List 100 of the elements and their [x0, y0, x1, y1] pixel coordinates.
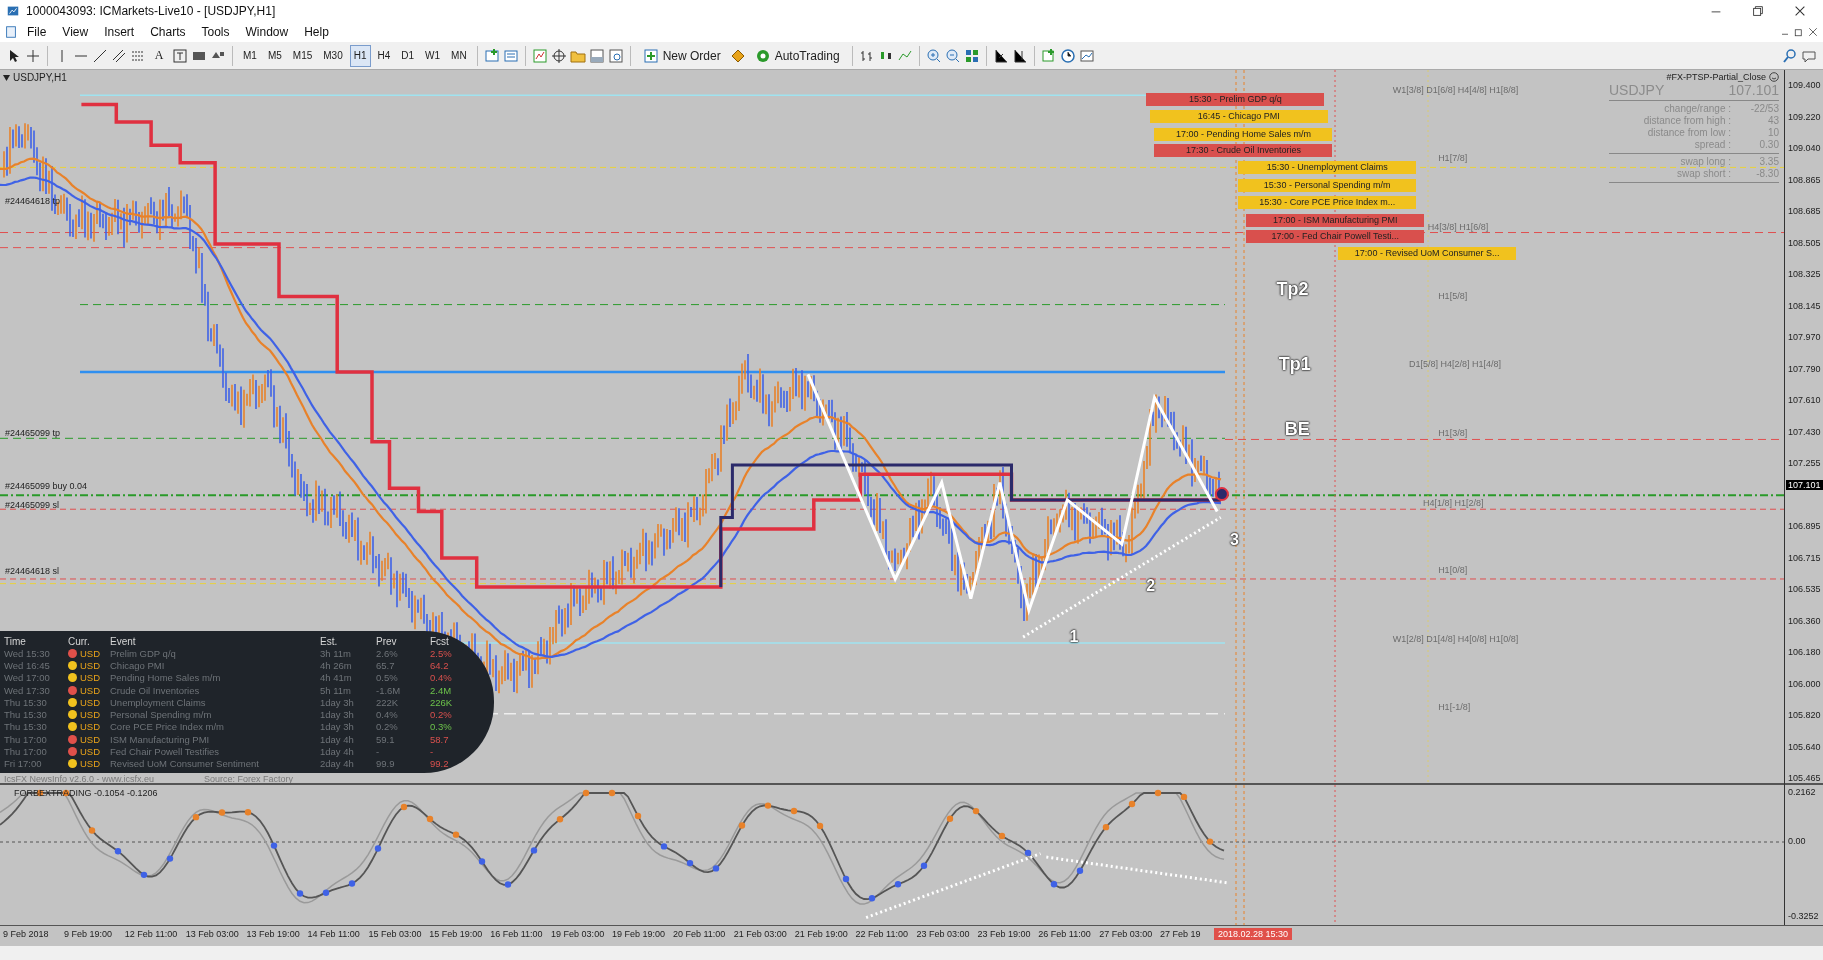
event-marker: 15:30 - Personal Spending m/m [1238, 178, 1417, 192]
news-forecast: 226K [430, 696, 454, 708]
template-icon[interactable] [1078, 47, 1095, 64]
document-icon [4, 25, 18, 39]
timeframe-button[interactable]: MN [447, 44, 471, 67]
close-icon[interactable] [1807, 26, 1819, 38]
navigator-icon[interactable] [550, 47, 567, 64]
order-label: #24464618 sl [5, 566, 60, 577]
time-label: 21 Feb 19:00 [794, 929, 848, 939]
timeframe-button[interactable]: H1 [349, 44, 371, 67]
pivot-label: W1[3/8] D1[6/8] H4[4/8] H1[8/8] [1392, 84, 1519, 95]
indicator-axis-label: 0.00 [1788, 836, 1806, 846]
text-label-icon[interactable] [172, 47, 188, 64]
event-marker: 17:00 - Fed Chair Powell Testi... [1246, 230, 1425, 243]
restore-icon[interactable] [1793, 26, 1805, 38]
news-forecast: 0.2% [430, 709, 453, 721]
expert-name: #FX-PTSP-Partial_Close [1666, 72, 1766, 82]
robot-icon [754, 47, 771, 64]
app-icon [6, 4, 20, 18]
timeframe-button[interactable]: D1 [397, 44, 419, 67]
zoom-out-icon[interactable] [944, 47, 961, 64]
news-currency: USD [80, 721, 102, 733]
news-previous: 65.7 [376, 659, 396, 671]
price-label: 108.865 [1788, 174, 1821, 185]
restore-icon[interactable] [1751, 4, 1765, 18]
timeframe-button[interactable]: M15 [288, 44, 317, 67]
menu-item[interactable]: Window [238, 24, 296, 40]
column-header: Time [4, 635, 27, 647]
price-label: 108.145 [1788, 300, 1821, 311]
diamond-icon[interactable] [729, 47, 746, 64]
time-label: 9 Feb 19:00 [63, 929, 112, 939]
news-event: Chicago PMI [110, 659, 166, 671]
indicators-icon[interactable] [1040, 47, 1057, 64]
timeframe-button[interactable]: H4 [373, 44, 395, 67]
market-watch-icon[interactable] [531, 47, 548, 64]
info-label: change/range : [1663, 103, 1731, 115]
price-label: 107.790 [1788, 363, 1821, 374]
price-label: 109.040 [1788, 143, 1821, 153]
time-label: 21 Feb 03:00 [733, 929, 787, 939]
menu-item[interactable]: Tools [194, 24, 237, 40]
profiles-icon[interactable] [502, 47, 519, 64]
time-label: 26 Feb 11:00 [1038, 929, 1091, 939]
news-event: Fed Chair Powell Testifies [110, 746, 221, 757]
time-label: 16 Feb 11:00 [490, 929, 543, 939]
time-label: 9 Feb 2018 [3, 929, 49, 939]
timeframe-button[interactable]: W1 [421, 44, 445, 67]
menu-item[interactable]: Charts [143, 24, 193, 40]
menu-item[interactable]: View [55, 24, 96, 40]
time-label: 13 Feb 03:00 [185, 929, 239, 939]
event-marker: 16:45 - Chicago PMI [1149, 110, 1328, 124]
price-label: 107.970 [1788, 332, 1821, 342]
menu-item[interactable]: Help [297, 24, 336, 40]
tile-icon[interactable] [963, 47, 980, 64]
price-label: 107.610 [1788, 395, 1821, 405]
pivot-label: H1[0/8] [1438, 564, 1468, 575]
terminal-icon[interactable] [588, 47, 605, 64]
news-event: Crude Oil Inventories [110, 684, 201, 696]
column-header: Prev [376, 635, 398, 647]
time-label: 23 Feb 03:00 [916, 929, 970, 939]
indicator-axis-label: 0.2162 [1788, 787, 1816, 797]
timeframe-button[interactable]: M5 [263, 44, 286, 67]
new-order-button[interactable]: New Order [636, 44, 727, 67]
news-event: Personal Spending m/m [110, 709, 213, 721]
news-time: Thu 17:00 [4, 733, 48, 745]
news-estimate: 1day 4h [320, 733, 355, 745]
price-label: 106.535 [1788, 584, 1821, 594]
news-currency: USD [80, 696, 102, 708]
timeframe-button[interactable]: M1 [239, 44, 261, 67]
news-currency: USD [80, 733, 102, 745]
pivot-label: H1[5/8] [1438, 290, 1468, 301]
clock-icon[interactable] [1059, 47, 1076, 64]
timeframe-button[interactable]: M30 [319, 44, 347, 67]
news-footer: IcsFX NewsInfo v2.6.0 - www.icsfx.eu [4, 774, 155, 783]
tester-icon[interactable] [607, 47, 624, 64]
search-icon[interactable] [1782, 47, 1798, 64]
price-label: 105.820 [1788, 710, 1821, 720]
news-forecast: 99.2 [430, 758, 450, 770]
menu-item[interactable]: File [20, 24, 54, 40]
news-time: Thu 15:30 [4, 721, 48, 733]
info-value: 43 [1766, 115, 1779, 127]
time-label: 20 Feb 11:00 [672, 929, 726, 939]
order-label: #24465099 tp [5, 427, 61, 438]
trendline-icon[interactable] [92, 47, 108, 64]
channel-icon[interactable] [111, 47, 127, 64]
news-previous: 222K [376, 696, 400, 708]
new-chart-icon[interactable] [483, 47, 500, 64]
menu-item[interactable]: Insert [97, 24, 142, 40]
close-icon[interactable] [1793, 4, 1807, 18]
news-previous: -1.6M [376, 684, 402, 696]
text-tool[interactable]: A [149, 44, 169, 67]
price-label: 107.430 [1788, 426, 1821, 437]
news-event: Core PCE Price Index m/m [110, 721, 226, 733]
news-currency: USD [80, 709, 102, 721]
news-currency: USD [80, 659, 102, 671]
zoom-in-icon[interactable] [925, 47, 942, 64]
order-label: #24465099 sl [5, 499, 60, 510]
autotrading-button[interactable]: AutoTrading [748, 44, 846, 67]
news-previous: 59.1 [376, 733, 396, 745]
window-title: 1000043093: ICMarkets-Live10 - [USDJPY,H1] [26, 4, 277, 18]
news-previous: - [376, 746, 381, 757]
